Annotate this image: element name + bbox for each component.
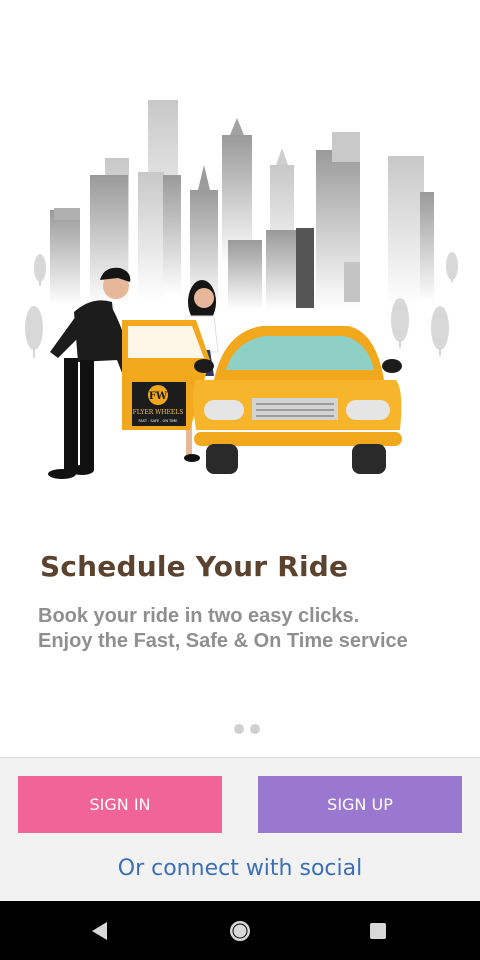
recent-apps-button[interactable]	[348, 901, 408, 960]
taxi-car	[193, 326, 402, 474]
page-indicator	[234, 724, 260, 734]
home-button[interactable]	[210, 901, 270, 960]
connect-social-link[interactable]: Or connect with social	[0, 856, 480, 881]
back-triangle-icon	[92, 921, 107, 940]
android-navigation-bar	[0, 901, 480, 960]
logo-tagline: FAST . SAFE . ON TIME	[139, 419, 178, 423]
home-circle-icon	[230, 920, 250, 941]
taxi-illustration: FW FLYER WHEELS FAST . SAFE . ON TIME	[25, 100, 458, 479]
back-button[interactable]	[70, 901, 130, 960]
recent-square-icon	[370, 922, 386, 939]
description-line-1: Book your ride in two easy clicks.	[38, 605, 360, 627]
sign-in-button[interactable]: SIGN IN	[18, 776, 222, 833]
page-dot-2[interactable]	[250, 724, 260, 734]
logo-badge: FW	[149, 391, 168, 402]
onboarding-description: Book your ride in two easy clicks. Enjoy…	[38, 604, 458, 654]
logo-brand: FLYER WHEELS	[133, 409, 184, 416]
sign-up-button[interactable]: SIGN UP	[258, 776, 462, 833]
description-line-2: Enjoy the Fast, Safe & On Time service	[38, 630, 408, 652]
page-dot-1[interactable]	[234, 724, 244, 734]
onboarding-card: FW FLYER WHEELS FAST . SAFE . ON TIME Sc…	[0, 0, 480, 758]
onboarding-title: Schedule Your Ride	[40, 550, 349, 583]
